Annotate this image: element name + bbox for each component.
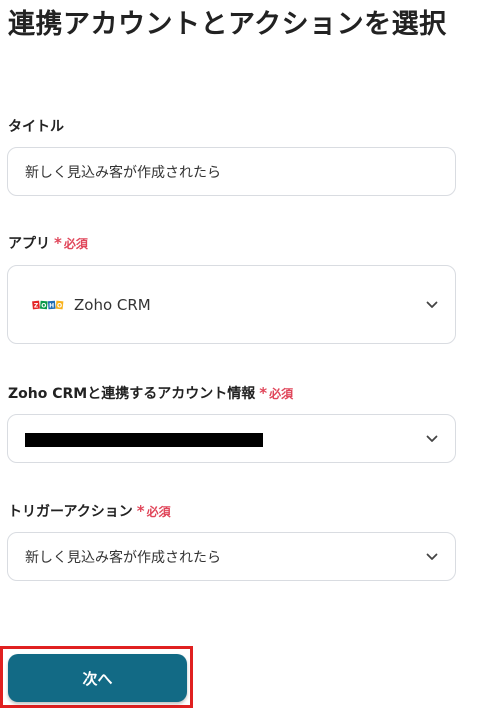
required-badge: 必須 [269, 386, 294, 401]
app-field-label: アプリ * 必須 [8, 233, 88, 253]
page-title: 連携アカウントとアクションを選択 [8, 9, 447, 40]
account-select[interactable] [7, 414, 456, 463]
required-asterisk: * [259, 384, 268, 402]
title-field-label: タイトル [8, 116, 64, 136]
required-badge: 必須 [146, 504, 171, 519]
redacted-account-value [25, 433, 263, 447]
svg-text:Z: Z [34, 302, 39, 309]
required-badge: 必須 [63, 236, 88, 251]
title-input[interactable]: 新しく見込み客が作成されたら [7, 147, 456, 196]
svg-text:O: O [57, 302, 62, 309]
svg-text:O: O [41, 302, 46, 309]
app-label-text: アプリ [8, 236, 50, 252]
title-label-text: タイトル [8, 119, 64, 135]
next-button[interactable]: 次へ [8, 654, 187, 702]
title-input-value: 新しく見込み客が作成されたら [25, 164, 221, 181]
trigger-field-label: トリガーアクション * 必須 [8, 501, 171, 521]
required-asterisk: * [54, 234, 62, 252]
trigger-select-value: 新しく見込み客が作成されたら [25, 549, 221, 566]
chevron-down-icon [426, 435, 438, 442]
trigger-label-text: トリガーアクション [8, 504, 133, 520]
svg-text:H: H [49, 302, 54, 309]
trigger-select[interactable]: 新しく見込み客が作成されたら [7, 532, 456, 581]
account-field-label: Zoho CRMと連携するアカウント情報 * 必須 [8, 383, 293, 403]
chevron-down-icon [426, 553, 438, 560]
account-label-text: Zoho CRMと連携するアカウント情報 [8, 386, 256, 402]
app-select-value: Zoho CRM [74, 295, 151, 314]
zoho-logo-icon: Z O H O [32, 299, 64, 311]
app-select[interactable]: Z O H O Zoho CRM [7, 265, 456, 344]
required-asterisk: * [136, 502, 145, 520]
chevron-down-icon [426, 301, 438, 308]
